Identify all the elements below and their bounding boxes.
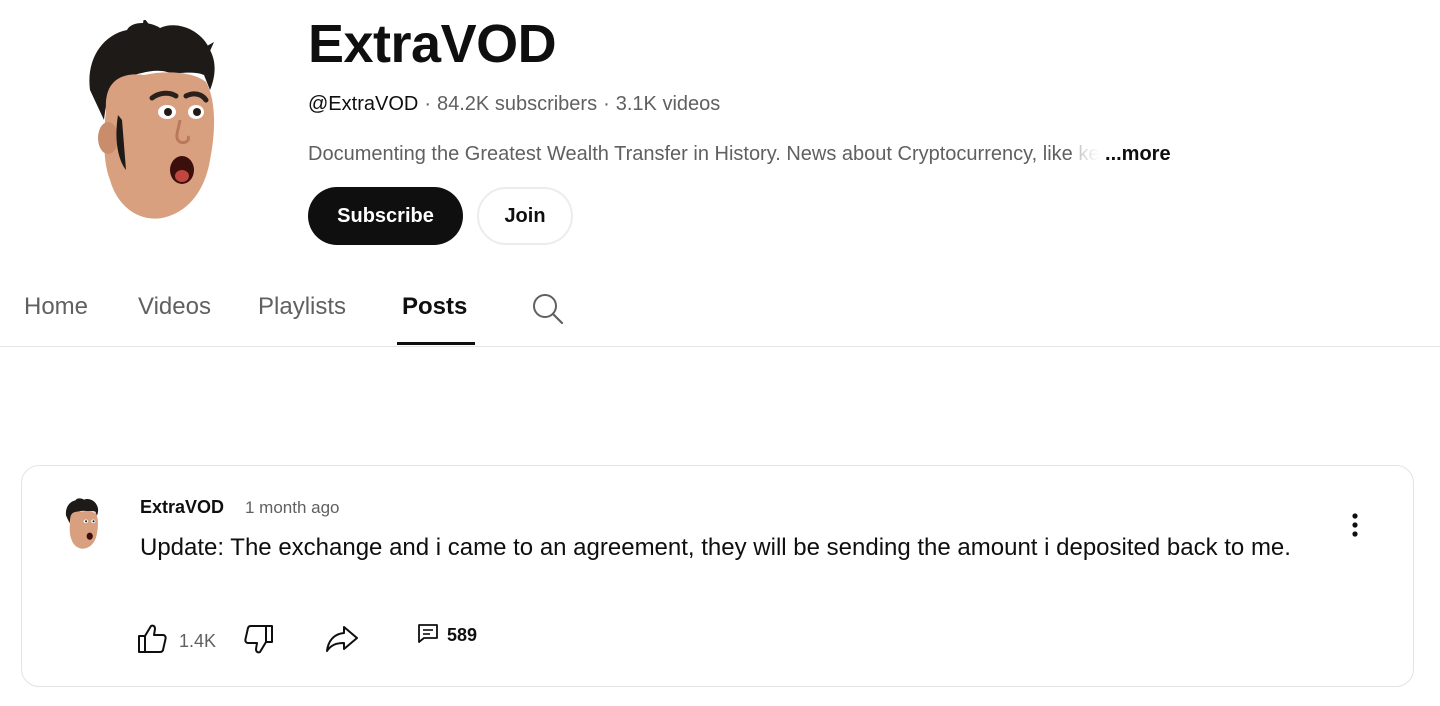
thumbs-up-icon xyxy=(135,622,169,661)
channel-description[interactable]: Documenting the Greatest Wealth Transfer… xyxy=(308,141,1171,167)
thumbs-down-icon xyxy=(242,622,276,661)
subscribe-button[interactable]: Subscribe xyxy=(308,187,463,245)
channel-title: ExtraVOD xyxy=(308,14,557,74)
comment-icon xyxy=(417,622,439,649)
share-button[interactable] xyxy=(324,622,360,661)
more-vertical-icon[interactable] xyxy=(1340,510,1370,540)
channel-avatar xyxy=(82,18,222,225)
comment-count: 589 xyxy=(447,625,478,645)
community-post: ExtraVOD 1 month ago Update: The exchang… xyxy=(21,465,1414,687)
post-timestamp[interactable]: 1 month ago xyxy=(245,498,340,518)
active-tab-indicator xyxy=(397,342,475,345)
tab-playlists[interactable]: Playlists xyxy=(258,293,346,321)
subscriber-count: 84.2K subscribers xyxy=(437,93,598,115)
channel-meta: @ExtraVOD · 84.2K subscribers · 3.1K videos xyxy=(308,93,721,115)
post-author-name[interactable]: ExtraVOD xyxy=(140,497,224,518)
description-text: Documenting the Greatest Wealth Transfer… xyxy=(308,143,1073,165)
video-count: 3.1K videos xyxy=(615,93,721,115)
join-button[interactable]: Join xyxy=(477,187,573,245)
tabs-divider xyxy=(0,346,1440,347)
more-link[interactable]: ...more xyxy=(1105,143,1171,165)
tab-posts[interactable]: Posts xyxy=(402,293,467,321)
search-icon[interactable] xyxy=(530,291,566,327)
tab-videos[interactable]: Videos xyxy=(138,293,211,321)
comments-button[interactable]: 589 xyxy=(417,622,477,649)
post-text: Update: The exchange and i came to an ag… xyxy=(140,534,1291,561)
like-button[interactable]: 1.4K xyxy=(135,622,216,661)
tab-home[interactable]: Home xyxy=(24,293,88,321)
channel-handle[interactable]: @ExtraVOD xyxy=(308,93,418,115)
post-author-avatar[interactable] xyxy=(64,497,100,551)
description-faded: ke xyxy=(1072,143,1100,165)
like-count: 1.4K xyxy=(179,631,217,651)
dislike-button[interactable] xyxy=(242,622,276,661)
share-icon xyxy=(324,622,360,661)
channel-tabs: Home Videos Playlists Posts xyxy=(0,285,1440,347)
